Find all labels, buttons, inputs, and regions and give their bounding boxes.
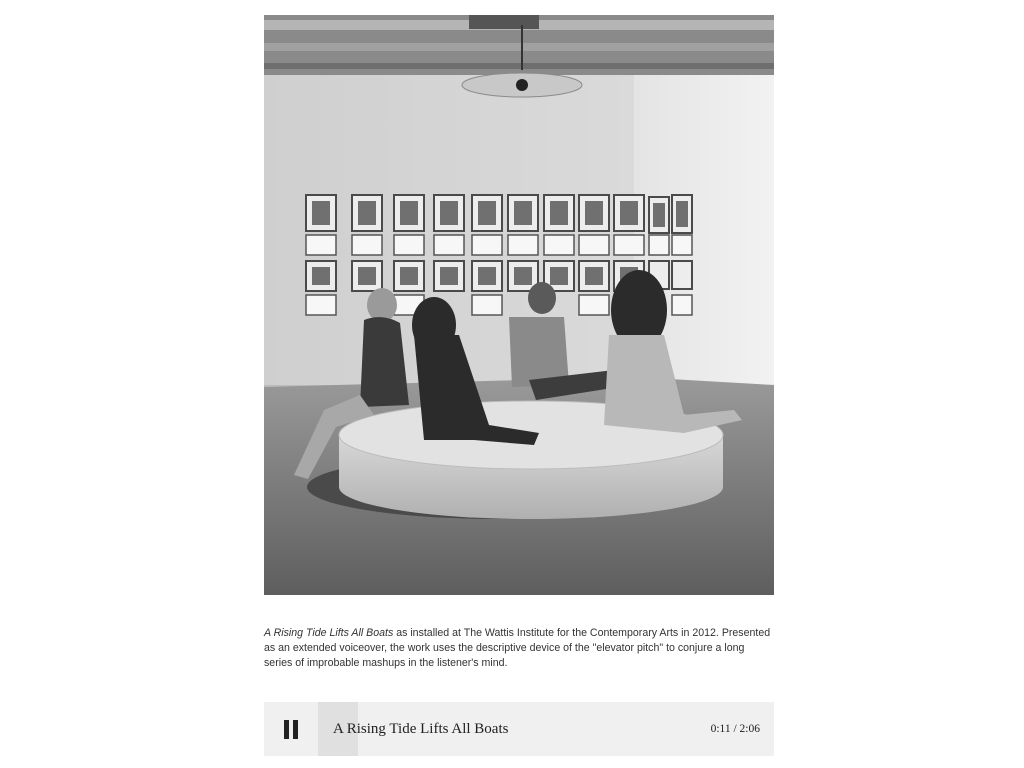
photo-caption: A Rising Tide Lifts All Boats as install… bbox=[264, 626, 774, 671]
duration: 2:06 bbox=[739, 723, 760, 735]
track-title: A Rising Tide Lifts All Boats bbox=[333, 721, 509, 737]
current-time: 0:11 bbox=[710, 723, 731, 735]
caption-work-title: A Rising Tide Lifts All Boats bbox=[264, 627, 394, 639]
time-display: 0:11 / 2:06 bbox=[711, 702, 760, 756]
pause-icon bbox=[284, 719, 298, 739]
audio-player: A Rising Tide Lifts All Boats 0:11 / 2:0… bbox=[264, 702, 774, 756]
pause-button[interactable] bbox=[264, 702, 318, 756]
installation-photo bbox=[264, 15, 774, 595]
gallery-photo-image bbox=[264, 15, 774, 595]
time-separator: / bbox=[730, 723, 740, 735]
